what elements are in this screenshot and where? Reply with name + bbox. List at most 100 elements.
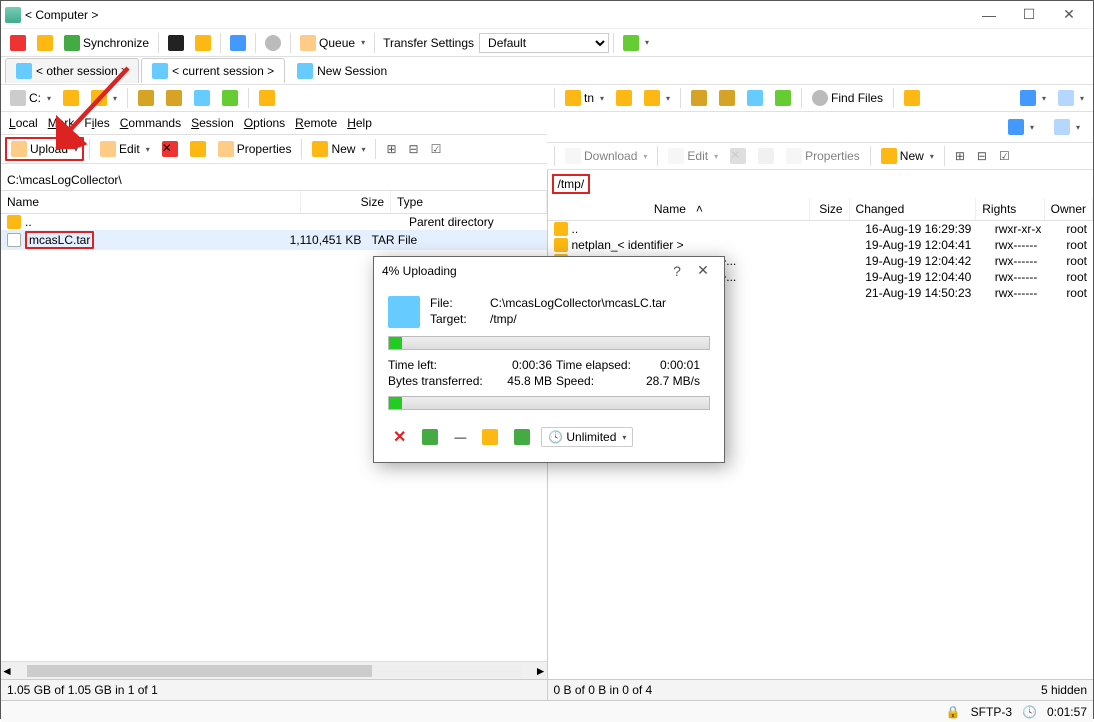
speed: 28.7 MB/s	[640, 374, 700, 388]
remote-drive-select[interactable]: tn	[560, 87, 609, 109]
folder-icon	[554, 238, 568, 252]
remote-properties-button[interactable]: Properties	[781, 145, 865, 167]
nav-back-arrow[interactable]	[1015, 87, 1051, 109]
session-icon	[16, 63, 32, 79]
total-progress-bar	[388, 396, 710, 410]
local-back-btn[interactable]	[133, 87, 159, 109]
properties-icon	[218, 141, 234, 157]
conn-time: 0:01:57	[1047, 705, 1087, 719]
queue-button[interactable]: Queue	[295, 32, 370, 54]
close-button[interactable]: ✕	[1049, 2, 1089, 27]
rcol-changed[interactable]: Changed	[850, 198, 977, 220]
plus-button[interactable]	[381, 139, 401, 159]
session-tab-current[interactable]: < current session >	[141, 58, 285, 83]
nav-back-arrow2[interactable]	[1003, 116, 1039, 138]
minus-button[interactable]	[404, 139, 424, 159]
tool-icon-3[interactable]	[190, 32, 216, 54]
local-hscroll[interactable]: ◄►	[1, 661, 547, 679]
local-refresh2-btn[interactable]	[254, 87, 280, 109]
nav-fwd-arrow2[interactable]	[1049, 116, 1085, 138]
rcol-owner[interactable]: Owner	[1045, 198, 1093, 220]
upload-button[interactable]: Upload	[5, 137, 84, 161]
rename-button[interactable]	[185, 138, 211, 160]
remote-edit-button[interactable]: Edit	[663, 145, 723, 167]
speed-limit-select[interactable]: 🕓 Unlimited	[541, 427, 633, 447]
remote-new-button[interactable]: New	[876, 145, 939, 167]
local-drive-select[interactable]: C:	[5, 87, 56, 109]
nav-fwd-arrow[interactable]	[1053, 87, 1089, 109]
dialog-help[interactable]: ?	[664, 263, 690, 279]
col-size[interactable]: Size	[301, 191, 391, 213]
settings-button2[interactable]	[509, 426, 535, 448]
maximize-button[interactable]: ☐	[1009, 2, 1049, 27]
menu-commands[interactable]: Commands	[120, 116, 181, 130]
download-button[interactable]: Download	[560, 145, 652, 167]
menu-remote[interactable]: Remote	[295, 116, 337, 130]
local-refresh-btn[interactable]	[217, 87, 243, 109]
rcol-size[interactable]: Size	[810, 198, 849, 220]
col-type[interactable]: Type	[391, 191, 547, 213]
remote-back-btn[interactable]	[686, 87, 712, 109]
tool-icon-1[interactable]	[5, 32, 31, 54]
tool-icon-reconnect[interactable]	[618, 32, 654, 54]
remote-plus-button[interactable]	[950, 146, 970, 166]
settings-button[interactable]	[260, 32, 286, 54]
remote-home-btn[interactable]	[742, 87, 768, 109]
remote-folder-btn1[interactable]	[611, 87, 637, 109]
local-folder-btn2[interactable]	[86, 87, 122, 109]
menu-session[interactable]: Session	[191, 116, 234, 130]
properties-button[interactable]: Properties	[213, 138, 297, 160]
remote-delete-button[interactable]: ✕	[725, 145, 751, 167]
menu-mark[interactable]: Mark	[48, 116, 75, 130]
remote-bookmark-btn[interactable]	[899, 87, 925, 109]
session-tab-other[interactable]: < other session >	[5, 58, 139, 83]
menu-help[interactable]: Help	[347, 116, 372, 130]
new-session-icon	[297, 63, 313, 79]
dialog-file: C:\mcasLogCollector\mcasLC.tar	[490, 296, 666, 310]
minimize-transfer-button[interactable]: —	[449, 427, 471, 447]
dialog-close[interactable]: ✕	[690, 262, 716, 279]
folder-row[interactable]: netplan_< identifier > 19-Aug-19 12:04:4…	[548, 237, 1094, 253]
local-fwd-btn[interactable]	[161, 87, 187, 109]
time-elapsed: 0:00:01	[640, 358, 700, 372]
copy-button[interactable]	[477, 426, 503, 448]
rcol-name[interactable]: Name ˄	[548, 198, 811, 220]
menu-local[interactable]: Local	[9, 116, 38, 130]
remote-fwd-btn[interactable]	[714, 87, 740, 109]
local-path[interactable]: C:\mcasLogCollector\	[1, 170, 547, 191]
upload-dialog: 4% Uploading ? ✕ File:C:\mcasLogCollecto…	[373, 256, 725, 463]
synchronize-button[interactable]: Synchronize	[59, 32, 154, 54]
local-home-btn[interactable]	[189, 87, 215, 109]
new-session-tab[interactable]: New Session	[287, 59, 397, 83]
background-button[interactable]	[417, 426, 443, 448]
local-folder-btn1[interactable]	[58, 87, 84, 109]
remote-folder-btn2[interactable]	[639, 87, 675, 109]
minimize-button[interactable]: —	[969, 2, 1009, 27]
edit-button[interactable]: Edit	[95, 138, 155, 160]
connection-label: SFTP-3	[971, 705, 1012, 719]
file-row[interactable]: mcasLC.tar 1,110,451 KB TAR File	[1, 230, 547, 250]
tool-icon-2[interactable]	[32, 32, 58, 54]
remote-refresh-btn[interactable]	[770, 87, 796, 109]
remote-minus-button[interactable]	[972, 146, 992, 166]
check-button[interactable]	[426, 139, 447, 159]
find-files-button[interactable]: Find Files	[807, 87, 888, 109]
rcol-rights[interactable]: Rights	[976, 198, 1044, 220]
remote-path[interactable]: /tmp/	[552, 174, 591, 194]
terminal-button[interactable]	[163, 32, 189, 54]
menu-options[interactable]: Options	[244, 116, 285, 130]
transfer-settings-select[interactable]: Default	[479, 33, 609, 53]
remote-check-button[interactable]	[994, 146, 1015, 166]
remote-status-left: 0 B of 0 B in 0 of 4	[554, 683, 821, 697]
col-name[interactable]: Name	[1, 191, 301, 213]
transfer-settings-label: Transfer Settings	[383, 36, 474, 50]
parent-dir-row[interactable]: .. Parent directory	[1, 214, 547, 230]
new-button[interactable]: New	[307, 138, 370, 160]
session-icon	[152, 63, 168, 79]
menu-files[interactable]: Files	[84, 116, 109, 130]
delete-button[interactable]: ✕	[157, 138, 183, 160]
cancel-transfer-button[interactable]: ✕	[388, 424, 411, 450]
tool-icon-4[interactable]	[225, 32, 251, 54]
remote-rename-button[interactable]	[753, 145, 779, 167]
parent-dir-row[interactable]: .. 16-Aug-19 16:29:39 rwxr-xr-x root	[548, 221, 1094, 237]
